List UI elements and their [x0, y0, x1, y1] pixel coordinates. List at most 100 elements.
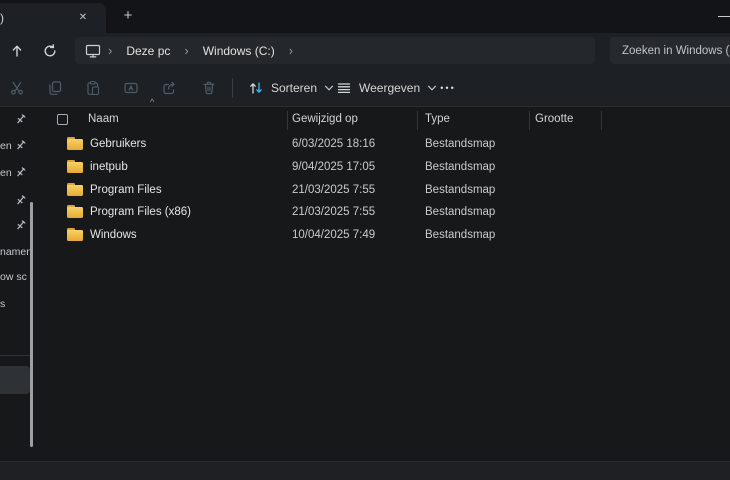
- sidebar-item[interactable]: [0, 192, 34, 210]
- tab-windows-c[interactable]: ) ✕: [0, 3, 106, 33]
- select-all-checkbox[interactable]: [57, 114, 68, 125]
- sidebar-item-label: s: [0, 298, 5, 310]
- folder-icon: [67, 160, 83, 173]
- column-header-type[interactable]: Type: [425, 113, 450, 125]
- column-separator[interactable]: [417, 111, 418, 130]
- pin-icon: [15, 113, 27, 125]
- breadcrumb-separator-icon: ›: [105, 43, 115, 58]
- column-separator[interactable]: [601, 111, 602, 130]
- file-type: Bestandsmap: [425, 138, 495, 150]
- file-type: Bestandsmap: [425, 206, 495, 218]
- file-explorer-window: ) ✕ + › Deze pc › Windows (C:): [0, 0, 730, 480]
- file-type: Bestandsmap: [425, 184, 495, 196]
- file-name: Windows: [90, 229, 137, 241]
- folder-icon: [67, 137, 83, 150]
- sort-label: Sorteren: [271, 81, 317, 95]
- breadcrumb-separator-icon: ›: [181, 43, 191, 58]
- sidebar-scrollbar[interactable]: [30, 202, 33, 447]
- pin-icon: [15, 194, 27, 206]
- folder-icon: [67, 205, 83, 218]
- address-bar[interactable]: › Deze pc › Windows (C:) ›: [75, 37, 595, 64]
- navigation-pane: en en namen ow sc s: [0, 107, 36, 461]
- file-modified-date: 21/03/2025 7:55: [292, 184, 375, 196]
- sidebar-selected-item[interactable]: [0, 366, 30, 394]
- sidebar-item[interactable]: [0, 217, 34, 235]
- minimize-icon[interactable]: [718, 10, 730, 24]
- this-pc-icon: [85, 43, 101, 59]
- delete-button[interactable]: [195, 74, 223, 102]
- file-type: Bestandsmap: [425, 229, 495, 241]
- sidebar-item-label: en: [0, 167, 12, 179]
- file-modified-date: 21/03/2025 7:55: [292, 206, 375, 218]
- new-tab-button[interactable]: +: [118, 6, 138, 26]
- file-name: Gebruikers: [90, 138, 146, 150]
- share-icon: [161, 80, 177, 96]
- cut-icon: [9, 80, 25, 96]
- arrow-up-icon: [9, 43, 25, 59]
- file-rows: Gebruikers 6/03/2025 18:16 Bestandsmap inet…: [36, 133, 730, 247]
- sidebar-item[interactable]: s: [0, 295, 34, 313]
- file-name: Program Files: [90, 184, 162, 196]
- breadcrumb-windows-c[interactable]: Windows (C:): [196, 42, 282, 60]
- sidebar-item[interactable]: en: [0, 137, 34, 155]
- file-modified-date: 10/04/2025 7:49: [292, 229, 375, 241]
- refresh-icon: [42, 43, 58, 59]
- tab-strip: ) ✕ +: [0, 0, 730, 33]
- file-row[interactable]: inetpub9/04/2025 17:05Bestandsmap: [36, 156, 730, 179]
- close-tab-icon[interactable]: ✕: [74, 9, 92, 27]
- search-input[interactable]: Zoeken in Windows (C:: [610, 37, 730, 64]
- sidebar-item[interactable]: namen: [0, 243, 34, 261]
- breadcrumb-deze-pc[interactable]: Deze pc: [119, 42, 177, 60]
- column-header-row: Naam Gewijzigd op Type Grootte: [36, 107, 730, 133]
- file-row[interactable]: Windows 10/04/2025 7:49 Bestandsmap: [36, 224, 730, 247]
- column-header-naam[interactable]: Naam: [88, 113, 119, 125]
- command-toolbar: Sorteren Weergeven •••: [0, 68, 730, 107]
- file-name: inetpub: [90, 161, 128, 173]
- rename-button[interactable]: [117, 74, 145, 102]
- file-row[interactable]: Program Files (x86) 21/03/2025 7:55 Bestan…: [36, 201, 730, 224]
- sort-ascending-indicator: ^: [150, 97, 154, 107]
- copy-icon: [47, 80, 63, 96]
- view-button[interactable]: Weergeven: [328, 74, 445, 102]
- up-button[interactable]: [4, 38, 30, 64]
- breadcrumb-separator-icon: ›: [286, 43, 296, 58]
- paste-button[interactable]: [79, 74, 107, 102]
- view-label: Weergeven: [359, 81, 420, 95]
- status-bar: [0, 461, 730, 480]
- column-header-gewijzigd[interactable]: Gewijzigd op: [292, 113, 358, 125]
- file-name: Program Files (x86): [90, 206, 191, 218]
- sidebar-item[interactable]: ow sc: [0, 268, 34, 286]
- file-row[interactable]: Program Files 21/03/2025 7:55 Bestandsmap: [36, 179, 730, 202]
- folder-icon: [67, 183, 83, 196]
- cut-button[interactable]: [3, 74, 31, 102]
- column-header-grootte[interactable]: Grootte: [535, 113, 573, 125]
- folder-icon: [67, 228, 83, 241]
- column-separator[interactable]: [287, 111, 288, 130]
- column-separator[interactable]: [529, 111, 530, 130]
- file-modified-date: 9/04/2025 17:05: [292, 161, 375, 173]
- rename-icon: [123, 80, 139, 96]
- share-button[interactable]: [155, 74, 183, 102]
- sidebar-item-label: namen: [0, 246, 32, 258]
- file-modified-date: 6/03/2025 18:16: [292, 138, 375, 150]
- pin-icon: [15, 166, 27, 178]
- refresh-button[interactable]: [37, 38, 63, 64]
- delete-icon: [201, 80, 217, 96]
- toolbar-divider: [232, 78, 233, 98]
- sidebar-item[interactable]: [0, 111, 34, 129]
- sidebar-item[interactable]: en: [0, 164, 34, 182]
- sort-button[interactable]: Sorteren: [240, 74, 342, 102]
- see-more-button[interactable]: •••: [432, 74, 464, 102]
- search-placeholder: Zoeken in Windows (C:: [622, 45, 730, 57]
- sidebar-item-label: ow sc: [0, 271, 27, 283]
- file-row[interactable]: Gebruikers 6/03/2025 18:16 Bestandsmap: [36, 133, 730, 156]
- pin-icon: [15, 219, 27, 231]
- navigation-bar: › Deze pc › Windows (C:) › Zoeken in Win…: [0, 33, 730, 68]
- paste-icon: [85, 80, 101, 96]
- sidebar-divider: [0, 355, 30, 356]
- file-list-pane: ^ Naam Gewijzigd op Type Grootte Gebruik…: [36, 107, 730, 461]
- copy-button[interactable]: [41, 74, 69, 102]
- view-layout-icon: [336, 80, 352, 96]
- sidebar-item-label: en: [0, 140, 12, 152]
- sort-icon: [248, 80, 264, 96]
